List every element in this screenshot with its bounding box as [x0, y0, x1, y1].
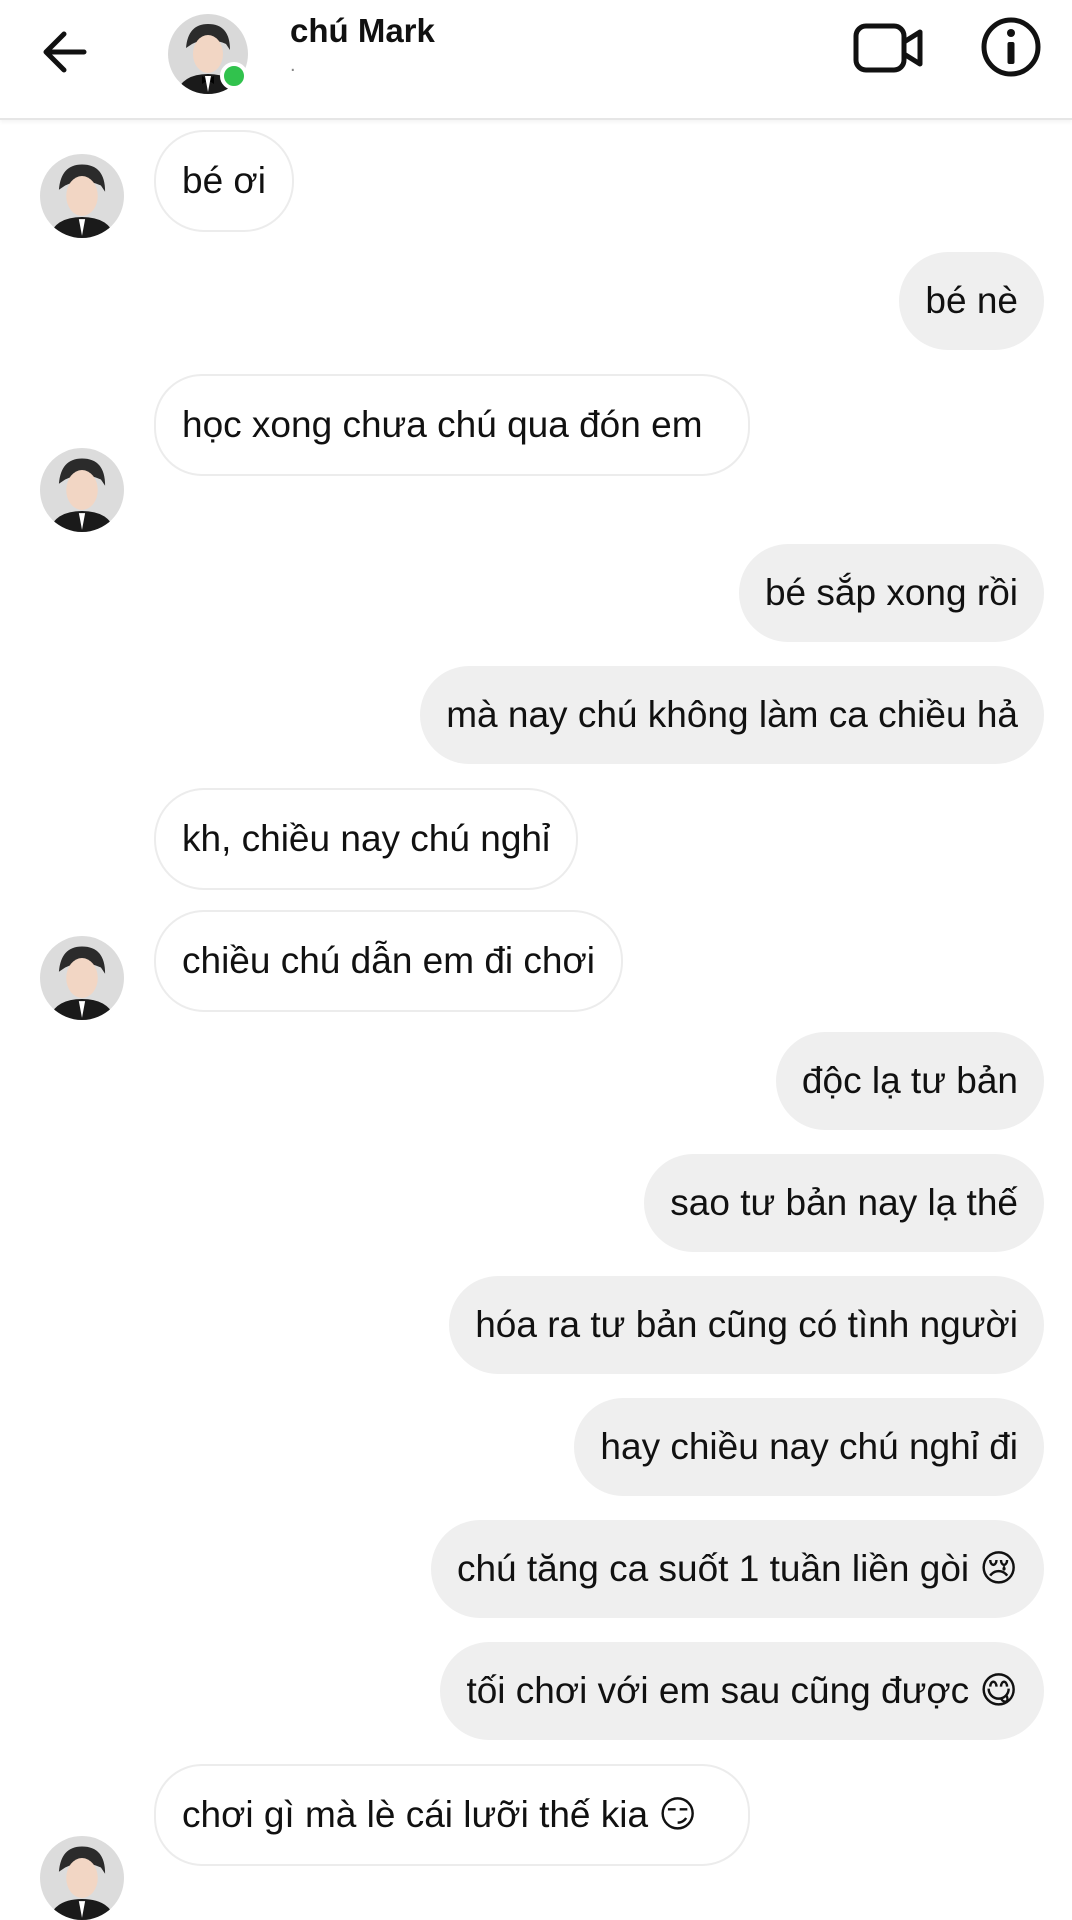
contact-status: .: [290, 54, 296, 76]
message-bubble-outgoing[interactable]: chú tăng ca suốt 1 tuần liền gòi 😢: [430, 1520, 1044, 1618]
sender-avatar[interactable]: [40, 1836, 124, 1920]
sender-avatar[interactable]: [40, 154, 124, 238]
message-bubble-incoming[interactable]: chiều chú dẫn em đi chơi: [154, 910, 623, 1012]
message-bubble-incoming[interactable]: học xong chưa chú qua đón em: [154, 374, 750, 476]
info-button[interactable]: [978, 14, 1044, 80]
sender-avatar[interactable]: [40, 448, 124, 532]
chat-header: chú Mark .: [0, 0, 1072, 120]
message-bubble-outgoing[interactable]: bé nè: [899, 252, 1044, 350]
back-button[interactable]: [36, 24, 96, 80]
arrow-left-icon: [43, 31, 87, 73]
message-bubble-incoming[interactable]: bé ơi: [154, 130, 294, 232]
message-bubble-outgoing[interactable]: bé sắp xong rồi: [738, 544, 1044, 642]
online-status-dot: [220, 62, 248, 90]
sender-avatar[interactable]: [40, 936, 124, 1020]
message-bubble-outgoing[interactable]: hóa ra tư bản cũng có tình người: [449, 1276, 1044, 1374]
message-bubble-incoming[interactable]: chơi gì mà lè cái lưỡi thế kia 😏: [154, 1764, 750, 1866]
message-bubble-incoming[interactable]: kh, chiều nay chú nghỉ: [154, 788, 579, 890]
video-call-button[interactable]: [852, 18, 926, 80]
message-bubble-outgoing[interactable]: mà nay chú không làm ca chiều hả: [420, 666, 1044, 764]
contact-name[interactable]: chú Mark: [290, 12, 435, 50]
video-camera-icon: [853, 23, 923, 73]
message-bubble-outgoing[interactable]: sao tư bản nay lạ thế: [644, 1154, 1044, 1252]
info-icon: [981, 17, 1041, 77]
message-bubble-outgoing[interactable]: hay chiều nay chú nghỉ đi: [574, 1398, 1044, 1496]
message-bubble-outgoing[interactable]: độc lạ tư bản: [775, 1032, 1044, 1130]
message-bubble-outgoing[interactable]: tối chơi với em sau cũng được 😋: [440, 1642, 1044, 1740]
